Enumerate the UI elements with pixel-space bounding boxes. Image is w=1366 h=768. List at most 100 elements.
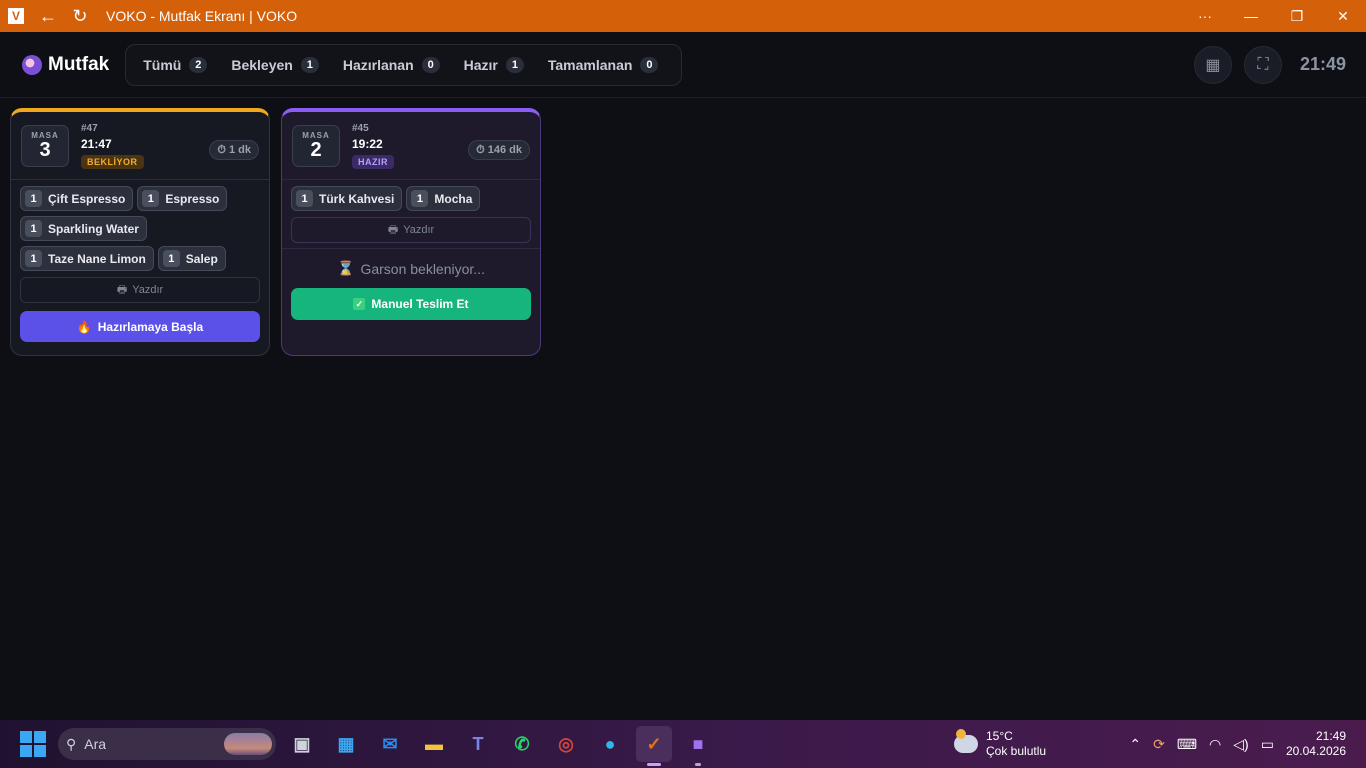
keyboard-icon[interactable]: ⌨ [1177,736,1197,753]
item-name: Mocha [434,191,473,206]
printer-icon: 🖶 [387,223,399,236]
tab-label: Bekleyen [231,56,293,73]
grid-view-icon[interactable]: ▦ [1193,45,1232,84]
item-qty: 1 [296,190,313,207]
minimize-button[interactable]: — [1228,0,1274,32]
print-label: Yazdır [403,224,435,236]
table-number-box: MASA 2 [292,124,340,167]
file-explorer-icon[interactable]: ▬ [416,726,452,762]
order-card: MASA 2 #45 19:22 HAZIR ⏱ 146 dk 1 Türk Kah… [281,108,541,356]
restore-button[interactable]: ❐ [1274,0,1320,32]
taskbar-clock[interactable]: 21:49 20.04.2026 [1286,729,1346,759]
tab-label: Tamamlanan [547,56,633,73]
order-item: 1 Sparkling Water [20,216,147,241]
elapsed-value: 146 dk [487,144,522,156]
weather-widget[interactable]: 15°C Çok bulutlu [954,729,1046,759]
app-header: Mutfak Tümü 2 Bekleyen 1 Hazırlanan 0 Hazır… [0,32,1366,98]
wifi-icon[interactable]: ◠ [1209,736,1221,753]
search-icon: ⚲ [66,735,77,752]
elapsed-value: 1 dk [228,144,251,156]
outlook-icon[interactable]: ✉ [372,726,408,762]
waiting-text: Garson bekleniyor... [360,260,485,277]
window-titlebar: V ← ↻ VOKO - Mutfak Ekranı | VOKO ··· — … [0,0,1366,32]
order-item: 1 Mocha [406,186,481,211]
order-time: 19:22 [352,136,383,151]
tab-completed[interactable]: Tamamlanan 0 [539,50,668,80]
clock: 21:49 [1299,54,1346,74]
voko-app-icon[interactable]: ✓ [636,726,672,766]
ghost-app-icon[interactable]: ■ [680,726,716,766]
print-label: Yazdır [132,284,164,296]
print-button[interactable]: 🖶 Yazdır [291,217,531,243]
elapsed-time: ⏱ 146 dk [468,140,530,160]
item-name: Taze Nane Limon [48,251,146,266]
order-time: 21:47 [81,136,112,151]
taskbar-date: 20.04.2026 [1285,744,1346,758]
taskbar-time: 21:49 [1315,729,1346,743]
chevron-up-icon[interactable]: ⌃ [1129,736,1141,753]
order-item: 1 Salep [157,246,226,271]
item-qty: 1 [25,190,42,207]
item-name: Türk Kahvesi [319,191,395,206]
item-qty: 1 [411,190,429,207]
kitchen-logo-icon [22,54,42,75]
edge-icon[interactable]: ● [592,726,628,762]
order-number: #47 [81,122,98,134]
app-logo-icon: V [0,0,32,32]
status-filter-tabs: Tümü 2 Bekleyen 1 Hazırlanan 0 Hazır 1 Tamam… [125,43,683,86]
fullscreen-icon[interactable]: ⛶ [1243,45,1282,84]
taskbar-search[interactable]: ⚲ Ara [58,728,276,760]
order-card-header: MASA 2 #45 19:22 HAZIR ⏱ 146 dk [282,112,540,180]
more-options-icon[interactable]: ··· [1182,0,1228,32]
printer-icon: 🖶 [116,283,128,296]
sync-icon[interactable]: ⟳ [1153,736,1165,753]
whatsapp-icon[interactable]: ✆ [504,726,540,762]
waiter-waiting-message: ⌛ Garson bekleniyor... [282,248,540,288]
status-badge: HAZIR [352,154,394,169]
item-name: Espresso [165,191,220,206]
manual-deliver-button[interactable]: ✓ Manuel Teslim Et [291,288,531,320]
battery-icon[interactable]: ▭ [1261,736,1274,753]
tab-ready[interactable]: Hazır 1 [455,50,533,80]
windows-taskbar: ⚲ Ara ▣ ▦ ✉ ▬ T ✆ ◎ ● ✓ ■ 15°C Çok bulut… [0,720,1366,768]
tab-pending[interactable]: Bekleyen 1 [222,50,327,80]
brand-name: Mutfak [48,53,110,75]
tab-label: Hazırlanan [342,56,414,73]
item-qty: 1 [25,250,42,267]
elapsed-time: ⏱ 1 dk [209,140,259,160]
tab-count: 0 [640,56,659,73]
search-highlight-image [224,733,272,755]
search-placeholder: Ara [84,736,107,752]
button-label: Manuel Teslim Et [371,297,469,311]
order-items: 1 Türk Kahvesi 1 Mocha [282,180,540,211]
timer-icon: ⏱ [476,143,485,156]
windows-start-icon[interactable] [20,731,46,757]
refresh-icon[interactable]: ↻ [64,0,96,32]
table-number-box: MASA 3 [21,124,69,167]
tab-count: 1 [505,56,524,73]
store-icon[interactable]: ▦ [328,726,364,762]
teams-icon[interactable]: T [460,726,496,762]
back-arrow-icon[interactable]: ← [32,0,64,32]
item-name: Salep [185,251,218,266]
tab-label: Tümü [143,56,182,73]
task-view-icon[interactable]: ▣ [284,726,320,762]
cloudy-weather-icon [954,729,978,753]
volume-icon[interactable]: ◁) [1233,736,1248,753]
order-card: MASA 3 #47 21:47 BEKLİYOR ⏱ 1 dk 1 Çift Es… [10,108,270,356]
swirl-app-icon[interactable]: ◎ [548,726,584,762]
print-button[interactable]: 🖶 Yazdır [20,277,260,303]
checkmark-icon: ✓ [353,298,366,310]
order-items: 1 Çift Espresso 1 Espresso 1 Sparkling Wate… [11,180,269,271]
item-name: Sparkling Water [48,221,139,236]
brand: Mutfak [22,54,109,76]
weather-desc: Çok bulutlu [986,744,1047,758]
order-item: 1 Taze Nane Limon [20,246,154,271]
close-button[interactable]: ✕ [1320,0,1366,32]
table-number: 3 [39,139,51,161]
order-number: #45 [352,122,369,134]
start-preparing-button[interactable]: 🔥 Hazırlamaya Başla [20,311,260,342]
tab-all[interactable]: Tümü 2 [134,50,216,80]
order-card-header: MASA 3 #47 21:47 BEKLİYOR ⏱ 1 dk [11,112,269,180]
tab-preparing[interactable]: Hazırlanan 0 [334,50,449,80]
